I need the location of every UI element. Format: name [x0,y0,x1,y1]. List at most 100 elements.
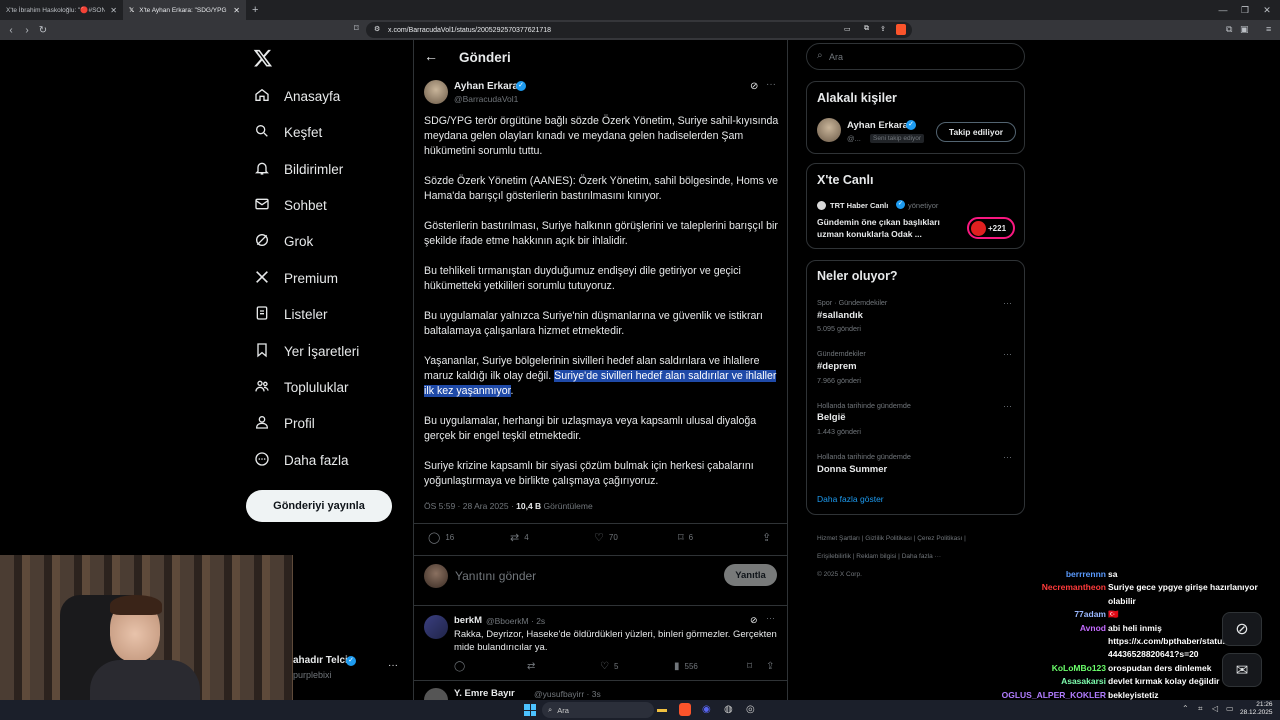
reload-icon[interactable]: ↻ [35,25,51,36]
back-icon[interactable]: ‹ [3,25,19,36]
trend-name[interactable]: Donna Summer [817,464,887,475]
new-tab-icon[interactable]: + [246,4,264,16]
more-icon[interactable]: ··· [1003,349,1012,359]
share-action[interactable]: ⇪ [766,661,774,672]
windows-start-icon[interactable] [524,704,536,716]
sidebar-item-8[interactable]: Yer İşaretleri [254,342,359,361]
chat-username[interactable]: berrrennn [1066,569,1106,579]
messages-fab-icon[interactable]: ✉ [1222,653,1262,687]
account-more-icon[interactable]: ··· [388,660,398,671]
close-tab-icon[interactable]: ✕ [110,6,117,15]
close-window-icon[interactable]: ✕ [1256,0,1278,20]
bookmark-action[interactable]: ⌑ [747,661,752,672]
like-action[interactable]: ♡ 70 [594,531,618,544]
share-action[interactable]: ⇪ [762,531,771,544]
chat-username[interactable]: KoLoMBo123 [1052,663,1106,673]
brave-shield-icon[interactable] [896,24,906,35]
grok-icon[interactable]: ⊘ [750,615,758,626]
reply-submit-button[interactable]: Yanıtla [724,564,777,586]
more-icon[interactable]: ··· [1003,298,1012,308]
tray-chevron-icon[interactable]: ⌃ [1182,704,1189,713]
menu-icon[interactable]: ≡ [1266,24,1271,34]
sidebar-item-2[interactable]: Keşfet [254,123,322,142]
cast-icon[interactable]: ▭ [844,25,851,33]
sidebar-item-11[interactable]: Daha fazla [254,451,349,470]
chat-username[interactable]: Necremantheon [1042,582,1106,592]
live-description[interactable]: Gündemin öne çıkan başlıkları uzman konu… [817,216,967,240]
sidebar-item-3[interactable]: Bildirimler [254,160,343,179]
trend-name[interactable]: België [817,412,846,423]
maximize-icon[interactable]: ❐ [1234,0,1256,20]
share-icon[interactable]: ⇪ [880,25,886,33]
footer-link[interactable]: Daha fazla ··· [902,553,941,560]
account-name[interactable]: ahadır Telci [293,655,348,666]
sidebar-item-6[interactable]: Premium [254,269,338,288]
sidebar-item-7[interactable]: Listeler [254,305,328,324]
x-logo-icon[interactable] [253,48,273,68]
chat-username[interactable]: OGLUS_ALPER_KOKLER [1002,690,1106,700]
views-action[interactable]: ▮ 556 [674,661,698,672]
more-icon[interactable]: ··· [1003,401,1012,411]
taskbar-search[interactable]: ⌕ Ara [542,702,654,718]
footer-link[interactable]: Gizlilik Politikası [865,535,912,542]
taskbar-clock[interactable]: 21:26 28.12.2025 [1240,701,1273,717]
following-button[interactable]: Takip ediliyor [936,122,1016,142]
bookmark-action[interactable]: ⌑ 6 [678,531,693,544]
retweet-action[interactable]: ⇄ 4 [510,531,529,544]
tab-2[interactable]: 𝕏 X'te Ayhan Erkara: "SDG/YPG terör... ✕ [123,0,246,20]
site-info-icon[interactable]: ⚙ [374,25,380,33]
post-button[interactable]: Gönderiyi yayınla [246,490,392,522]
footer-link[interactable]: Hizmet Şartları [817,535,860,542]
file-explorer-icon[interactable]: ▬ [657,704,667,715]
reply-action[interactable]: ◯ 16 [428,531,454,544]
obs-icon[interactable]: ◎ [746,704,755,715]
battery-icon[interactable]: ▭ [1226,704,1234,713]
wallet-icon[interactable]: ▣ [1240,24,1249,35]
live-host[interactable]: TRT Haber Canlı [830,201,888,210]
footer-link[interactable]: Erişilebilirlik [817,553,851,560]
minimize-icon[interactable]: — [1212,0,1234,20]
reply-author-handle[interactable]: @BboerkM · 2s [486,616,545,626]
search-box[interactable]: ⌕ Ara [806,43,1025,70]
avatar[interactable] [817,118,841,142]
network-icon[interactable]: ⌗ [1198,704,1203,714]
address-bar[interactable]: ⚙ x.com/BarracudaVol1/status/20052925703… [366,22,912,38]
more-icon[interactable]: ··· [766,79,776,90]
avatar[interactable] [424,80,448,104]
reply-action[interactable]: ◯ [454,661,465,672]
brave-browser-icon[interactable] [679,703,691,716]
steam-icon[interactable]: ◍ [724,704,733,715]
retweet-action[interactable]: ⇄ [527,661,535,672]
back-arrow-icon[interactable]: ← [424,48,438,64]
person-name[interactable]: Ayhan Erkara [847,120,908,131]
search-input[interactable]: Ara [829,52,843,62]
author-handle[interactable]: @BarracudaVol1 [454,94,518,104]
translate-icon[interactable]: ⧉ [864,25,869,33]
sidebar-item-1[interactable]: Anasayfa [254,87,340,106]
forward-icon[interactable]: › [19,25,35,36]
live-listeners[interactable]: +221 [967,217,1015,239]
trend-name[interactable]: #sallandık [817,310,863,321]
grok-fab-icon[interactable]: ⊘ [1222,612,1262,646]
volume-icon[interactable]: ◁ [1212,704,1218,713]
trend-name[interactable]: #deprem [817,361,857,372]
more-icon[interactable]: ··· [1003,452,1012,462]
reply-author-name[interactable]: Y. Emre Bayır [454,688,515,699]
grok-icon[interactable]: ⊘ [750,81,758,92]
extensions-icon[interactable]: ⧉ [1226,24,1232,35]
chat-username[interactable]: Asasakarsi [1061,676,1106,686]
reply-input[interactable]: Yanıtını gönder [455,569,536,583]
reply-author-name[interactable]: berkM [454,615,482,626]
sidebar-item-9[interactable]: Topluluklar [254,378,349,397]
tweet-time[interactable]: ÖS 5:59 · 28 Ara 2025 · [424,501,516,511]
sidebar-item-4[interactable]: Sohbet [254,196,327,215]
more-icon[interactable]: ··· [766,613,775,623]
bookmark-page-icon[interactable]: ⌑ [354,23,359,34]
chat-username[interactable]: Avnod [1080,623,1106,633]
sidebar-item-5[interactable]: Grok [254,232,313,251]
footer-link[interactable]: Çerez Politikası [917,535,962,542]
footer-link[interactable]: Reklam bilgisi [856,553,896,560]
reply-author-handle[interactable]: @yusufbayirr · 3s [534,689,601,699]
account-handle[interactable]: purplebixi [293,670,332,680]
close-tab-icon[interactable]: ✕ [233,6,240,15]
